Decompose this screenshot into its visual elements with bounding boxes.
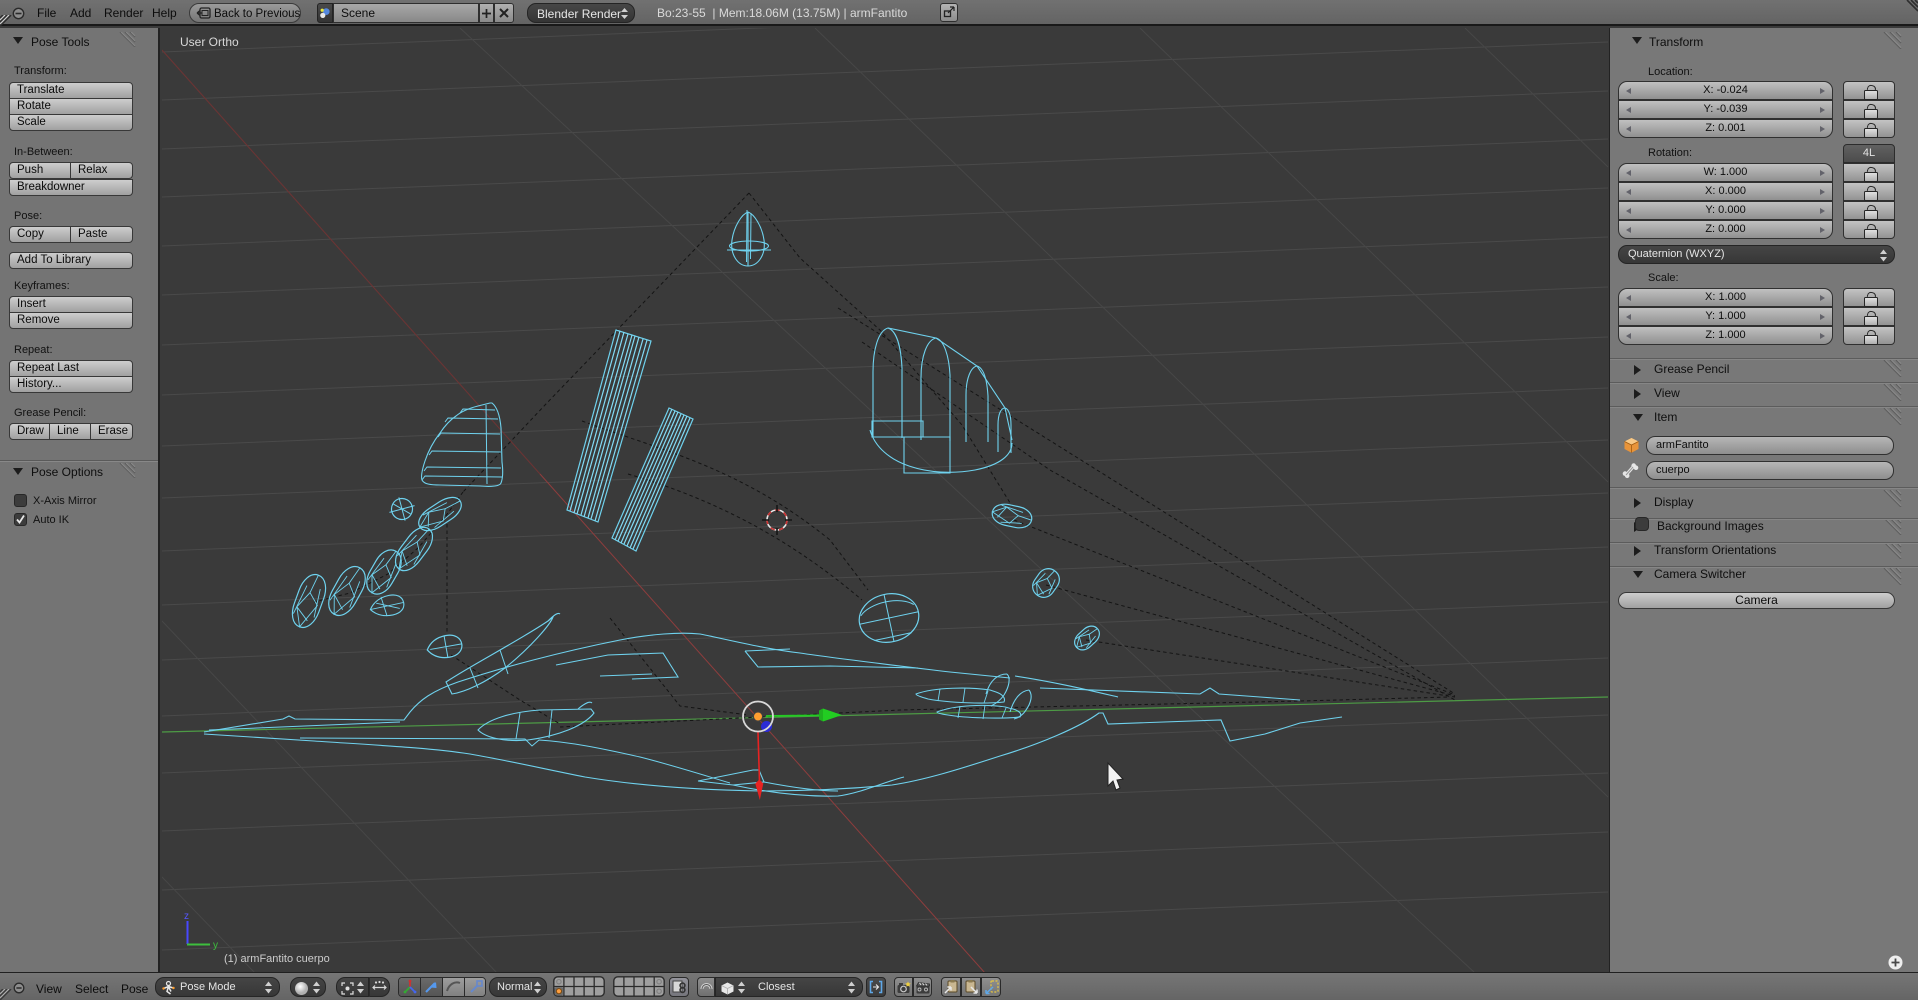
svg-text:y: y <box>213 940 218 951</box>
svg-text:z: z <box>184 911 189 922</box>
